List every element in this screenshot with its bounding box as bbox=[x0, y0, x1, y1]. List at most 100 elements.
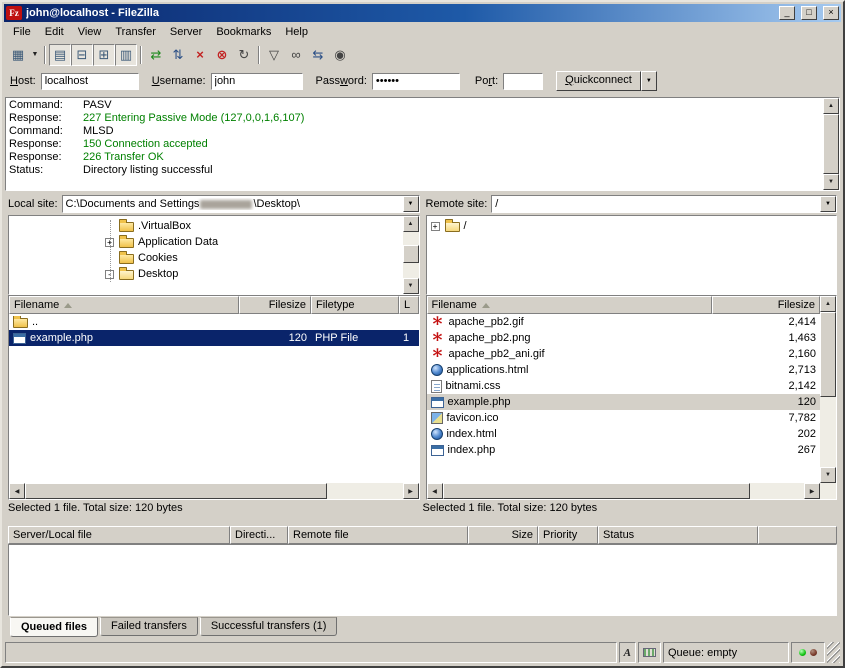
column-header-priority[interactable]: Priority bbox=[538, 526, 598, 544]
disconnect-icon[interactable]: ⊗ bbox=[211, 44, 233, 66]
scroll-down-icon[interactable]: ▼ bbox=[403, 278, 419, 294]
local-tree-scrollbar[interactable]: ▲ ▼ bbox=[403, 216, 419, 294]
find-files-icon[interactable]: ◉ bbox=[329, 44, 351, 66]
menu-item-server[interactable]: Server bbox=[163, 23, 209, 41]
menu-item-file[interactable]: File bbox=[6, 23, 38, 41]
scroll-track[interactable] bbox=[823, 114, 839, 174]
scroll-thumb[interactable] bbox=[403, 245, 419, 263]
queue-list[interactable] bbox=[8, 544, 837, 616]
tree-item-label: .VirtualBox bbox=[138, 220, 191, 232]
column-header-filetype[interactable]: Filetype bbox=[311, 296, 399, 314]
host-input[interactable] bbox=[41, 73, 139, 90]
menu-item-edit[interactable]: Edit bbox=[38, 23, 71, 41]
scroll-thumb[interactable] bbox=[443, 483, 750, 499]
scroll-track[interactable] bbox=[403, 232, 419, 278]
sync-browse-icon[interactable]: ⇆ bbox=[307, 44, 329, 66]
maximize-button[interactable]: □ bbox=[801, 6, 817, 20]
filter-icon[interactable]: ▽ bbox=[263, 44, 285, 66]
menu-item-bookmarks[interactable]: Bookmarks bbox=[209, 23, 278, 41]
refresh-icon[interactable]: ⇄ bbox=[145, 44, 167, 66]
toggle-local-tree-icon[interactable]: ⊟ bbox=[71, 44, 93, 66]
scroll-up-icon[interactable]: ▲ bbox=[823, 98, 839, 114]
remote-list-hscrollbar[interactable]: ◀ ▶ bbox=[427, 483, 821, 499]
toggle-remote-tree-icon[interactable]: ⊞ bbox=[93, 44, 115, 66]
tree-item[interactable]: Cookies bbox=[9, 250, 403, 266]
file-row[interactable]: bitnami.css2,142 bbox=[427, 378, 821, 394]
column-header-status[interactable]: Status bbox=[598, 526, 758, 544]
scroll-thumb[interactable] bbox=[823, 114, 839, 174]
combo-dropdown-icon[interactable]: ▼ bbox=[820, 196, 836, 212]
file-row[interactable]: index.php267 bbox=[427, 442, 821, 458]
tree-item[interactable]: +Application Data bbox=[9, 234, 403, 250]
scroll-thumb[interactable] bbox=[820, 312, 836, 397]
compare-icon[interactable]: ∞ bbox=[285, 44, 307, 66]
tree-item[interactable]: +/ bbox=[427, 218, 837, 234]
tab-failed-transfers[interactable]: Failed transfers bbox=[100, 617, 198, 636]
remote-site-combo[interactable]: / ▼ bbox=[491, 195, 837, 213]
file-row[interactable]: favicon.ico7,782 bbox=[427, 410, 821, 426]
queue-splitter[interactable] bbox=[4, 518, 841, 526]
file-row[interactable]: index.html202 bbox=[427, 426, 821, 442]
menu-item-transfer[interactable]: Transfer bbox=[108, 23, 163, 41]
file-row[interactable]: apache_pb2_ani.gif2,160 bbox=[427, 346, 821, 362]
column-header-size[interactable]: Size bbox=[468, 526, 538, 544]
process-queue-icon[interactable]: ⇅ bbox=[167, 44, 189, 66]
scroll-track[interactable] bbox=[443, 483, 805, 499]
tab-queued-files[interactable]: Queued files bbox=[10, 617, 98, 637]
scroll-down-icon[interactable]: ▼ bbox=[823, 174, 839, 190]
file-row[interactable]: .. bbox=[9, 314, 419, 330]
remote-list-scrollbar[interactable]: ▲ ▼ bbox=[820, 296, 836, 483]
scroll-right-icon[interactable]: ▶ bbox=[403, 483, 419, 499]
quickconnect-button[interactable]: Quickconnect bbox=[556, 71, 641, 91]
site-manager-icon[interactable]: ▦ bbox=[7, 44, 29, 66]
site-manager-dropdown-icon[interactable]: ▼ bbox=[29, 44, 41, 66]
scroll-up-icon[interactable]: ▲ bbox=[403, 216, 419, 232]
resize-grip[interactable] bbox=[827, 642, 840, 663]
tree-expander[interactable]: + bbox=[105, 238, 114, 247]
scroll-track[interactable] bbox=[820, 312, 836, 467]
local-site-combo[interactable]: C:\Documents and Settings\Desktop\ ▼ bbox=[62, 195, 420, 213]
local-list-hscrollbar[interactable]: ◀ ▶ bbox=[9, 483, 419, 499]
file-row[interactable]: apache_pb2.gif2,414 bbox=[427, 314, 821, 330]
toggle-message-log-icon[interactable]: ▤ bbox=[49, 44, 71, 66]
file-row[interactable]: apache_pb2.png1,463 bbox=[427, 330, 821, 346]
quickconnect-dropdown[interactable]: ▼ bbox=[641, 71, 657, 91]
combo-dropdown-icon[interactable]: ▼ bbox=[403, 196, 419, 212]
scroll-left-icon[interactable]: ◀ bbox=[427, 483, 443, 499]
password-input[interactable] bbox=[372, 73, 460, 90]
scroll-track[interactable] bbox=[25, 483, 403, 499]
toggle-transfer-queue-icon[interactable]: ▥ bbox=[115, 44, 137, 66]
tree-expander[interactable]: - bbox=[105, 270, 114, 279]
column-header-server-local-file[interactable]: Server/Local file bbox=[8, 526, 230, 544]
column-header-filesize[interactable]: Filesize bbox=[712, 296, 821, 314]
tree-item[interactable]: .VirtualBox bbox=[9, 218, 403, 234]
log-scrollbar[interactable]: ▲ ▼ bbox=[823, 98, 839, 190]
scroll-down-icon[interactable]: ▼ bbox=[820, 467, 836, 483]
reconnect-icon[interactable]: ↻ bbox=[233, 44, 255, 66]
menu-item-help[interactable]: Help bbox=[278, 23, 315, 41]
column-header-filename[interactable]: Filename bbox=[427, 296, 712, 314]
scroll-right-icon[interactable]: ▶ bbox=[804, 483, 820, 499]
close-button[interactable]: × bbox=[823, 6, 839, 20]
scroll-thumb[interactable] bbox=[25, 483, 327, 499]
title-bar[interactable]: Fz john@localhost - FileZilla _ □ × bbox=[4, 4, 841, 22]
column-header-lastmodified[interactable]: L bbox=[399, 296, 419, 314]
file-row-selected[interactable]: example.php120 bbox=[427, 394, 821, 410]
column-header-remote-file[interactable]: Remote file bbox=[288, 526, 468, 544]
column-header-direction[interactable]: Directi... bbox=[230, 526, 288, 544]
tab-successful-transfers[interactable]: Successful transfers (1) bbox=[200, 617, 338, 636]
username-input[interactable] bbox=[211, 73, 303, 90]
php-file-icon bbox=[431, 445, 444, 456]
file-row[interactable]: applications.html2,713 bbox=[427, 362, 821, 378]
tree-item[interactable]: -Desktop bbox=[9, 266, 403, 282]
tree-expander[interactable]: + bbox=[431, 222, 440, 231]
column-header-filename[interactable]: Filename bbox=[9, 296, 239, 314]
menu-item-view[interactable]: View bbox=[71, 23, 109, 41]
file-row-selected[interactable]: example.php 120 PHP File 1 bbox=[9, 330, 419, 346]
cancel-icon[interactable]: × bbox=[189, 44, 211, 66]
port-input[interactable] bbox=[503, 73, 543, 90]
scroll-left-icon[interactable]: ◀ bbox=[9, 483, 25, 499]
column-header-filesize[interactable]: Filesize bbox=[239, 296, 311, 314]
minimize-button[interactable]: _ bbox=[779, 6, 795, 20]
scroll-up-icon[interactable]: ▲ bbox=[820, 296, 836, 312]
